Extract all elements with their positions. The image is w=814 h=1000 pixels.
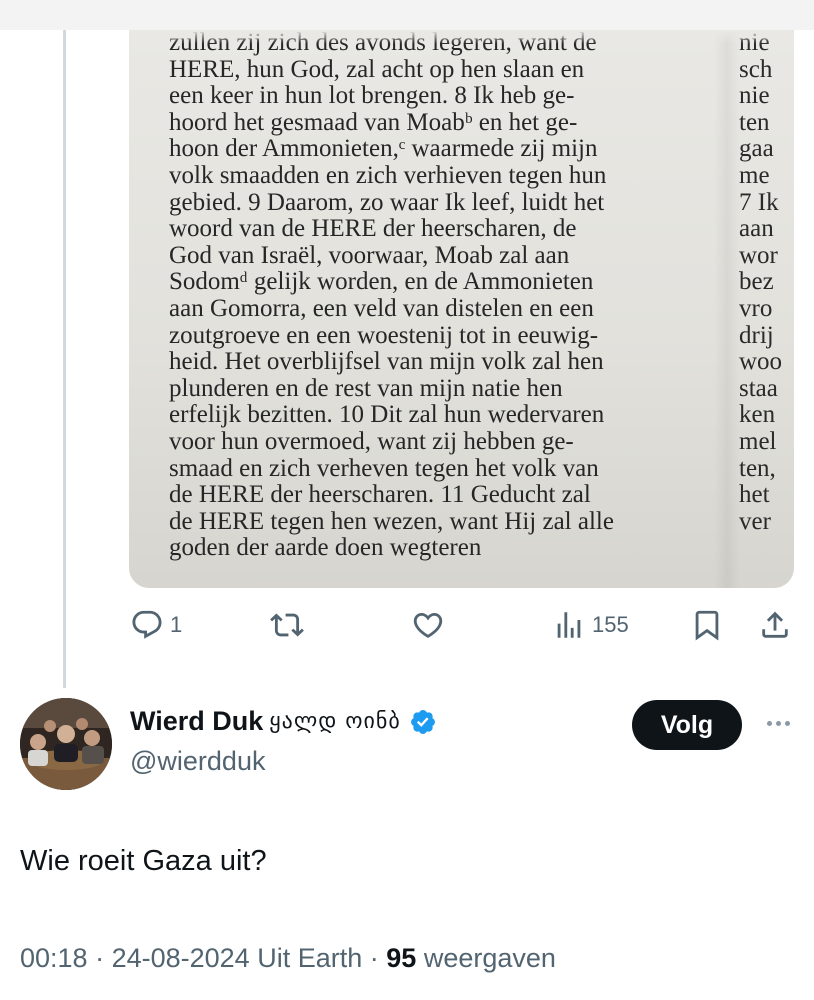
book-line-right: staa: [739, 375, 778, 402]
book-line-right: drij: [739, 322, 774, 349]
bar-chart-icon: [557, 612, 581, 638]
book-line-right: ken: [739, 402, 776, 429]
book-line: erfelijk bezitten. 10 Dit zal hun wederv…: [169, 402, 605, 429]
book-line-right: me: [739, 162, 770, 189]
reply-count: 1: [170, 612, 183, 637]
more-options-icon[interactable]: [760, 708, 796, 738]
book-line: hoon der Ammonieten,ᶜ waarmede zij mijn: [169, 136, 598, 163]
tweet-time[interactable]: 00:18: [20, 943, 88, 973]
book-line-right: woo: [739, 349, 783, 376]
action-bar: 1 155: [0, 600, 814, 650]
book-line: hoord het gesmaad van Moabᵇ en het ge-: [169, 109, 578, 136]
share-button[interactable]: [758, 608, 792, 642]
like-button[interactable]: [411, 608, 445, 642]
book-text-right: nieschnietengaame7 Ikaanworbezvrodrijwoo…: [739, 30, 794, 535]
book-line: gebied. 9 Daarom, zo waar Ik leef, luidt…: [169, 189, 605, 216]
book-line: God van Israël, voorwaar, Moab zal aan: [169, 242, 570, 269]
book-line: voor hun overmoed, want zij hebben ge-: [169, 428, 574, 455]
book-line-right: ver: [739, 508, 771, 535]
thread-line: [63, 30, 66, 688]
avatar-photo: [20, 698, 112, 790]
tweet-date[interactable]: 24-08-2024: [112, 943, 250, 973]
book-line: heid. Het overblijfsel van mijn volk zal…: [169, 349, 604, 376]
tweet-meta: 00:18 · 24-08-2024 Uit Earth · 95 weerga…: [20, 943, 556, 973]
book-line: smaad en zich verheven tegen het volk va…: [169, 455, 599, 482]
author-name[interactable]: Wierd Duk: [130, 706, 263, 737]
book-line: een keer in hun lot brengen. 8 Ik heb ge…: [169, 83, 575, 110]
book-line-right: 7 Ik: [739, 189, 779, 216]
tweet-views-label: weergaven: [423, 943, 556, 973]
book-line-right: aan: [739, 216, 774, 243]
author-name-row[interactable]: Wierd Duk ყალდ ოინბ: [130, 706, 437, 737]
tweet-views-count: 95: [386, 943, 417, 973]
book-gutter: [714, 30, 740, 588]
author-handle[interactable]: @wierdduk: [130, 746, 265, 777]
book-line: woord van de HERE der heerscharen, de: [169, 216, 577, 243]
book-line: de HERE der heerscharen. 11 Geducht zal: [169, 482, 591, 509]
book-line: plunderen en de rest van mijn natie hen: [169, 375, 563, 402]
book-line-right: wor: [739, 242, 778, 269]
book-line: de HERE tegen hen wezen, want Hij zal al…: [169, 508, 614, 535]
views-button[interactable]: 155: [552, 608, 629, 642]
book-line: Sodomᵈ gelijk worden, en de Ammonieten: [169, 269, 594, 296]
book-line: goden der aarde doen wegteren: [169, 535, 482, 562]
avatar[interactable]: [20, 698, 112, 790]
bookmark-button[interactable]: [690, 608, 724, 642]
book-line-right: gaa: [739, 136, 774, 163]
book-text-left: zullen zij zich des avonds legeren, want…: [169, 30, 729, 562]
tweet-location: Uit Earth: [257, 943, 363, 973]
heart-icon: [413, 612, 443, 638]
book-line-right: vro: [739, 295, 773, 322]
book-line-right: mel: [739, 428, 777, 455]
verified-badge-icon: [410, 709, 435, 734]
book-line-right: ten: [739, 109, 770, 136]
book-line: volk smaadden en zich verhieven tegen hu…: [169, 162, 607, 189]
book-line: HERE, hun God, zal acht op hen slaan en: [169, 56, 585, 83]
book-line-right: ten,: [739, 455, 776, 482]
tweet-text: Wie roeit Gaza uit?: [20, 845, 267, 877]
book-line-right: sch: [739, 56, 773, 83]
author-name-script: ყალდ ოინბ: [269, 709, 401, 734]
repost-icon: [270, 613, 304, 637]
bookmark-icon: [695, 610, 719, 641]
photo-shade: [129, 30, 794, 44]
follow-button[interactable]: Volg: [632, 700, 742, 750]
book-line: zoutgroeve en een woestenij tot in eeuwi…: [169, 322, 599, 349]
book-line-right: nie: [739, 83, 770, 110]
top-bar: [0, 0, 814, 30]
reply-button[interactable]: 1: [130, 608, 182, 642]
views-count: 155: [592, 612, 629, 637]
book-line: aan Gomorra, een veld van distelen en ee…: [169, 295, 594, 322]
book-line-right: bez: [739, 269, 774, 296]
quoted-photo[interactable]: zullen zij zich des avonds legeren, want…: [129, 30, 794, 588]
reply-icon: [132, 610, 162, 639]
repost-button[interactable]: [270, 608, 304, 642]
share-icon: [762, 611, 788, 638]
book-line-right: het: [739, 482, 770, 509]
